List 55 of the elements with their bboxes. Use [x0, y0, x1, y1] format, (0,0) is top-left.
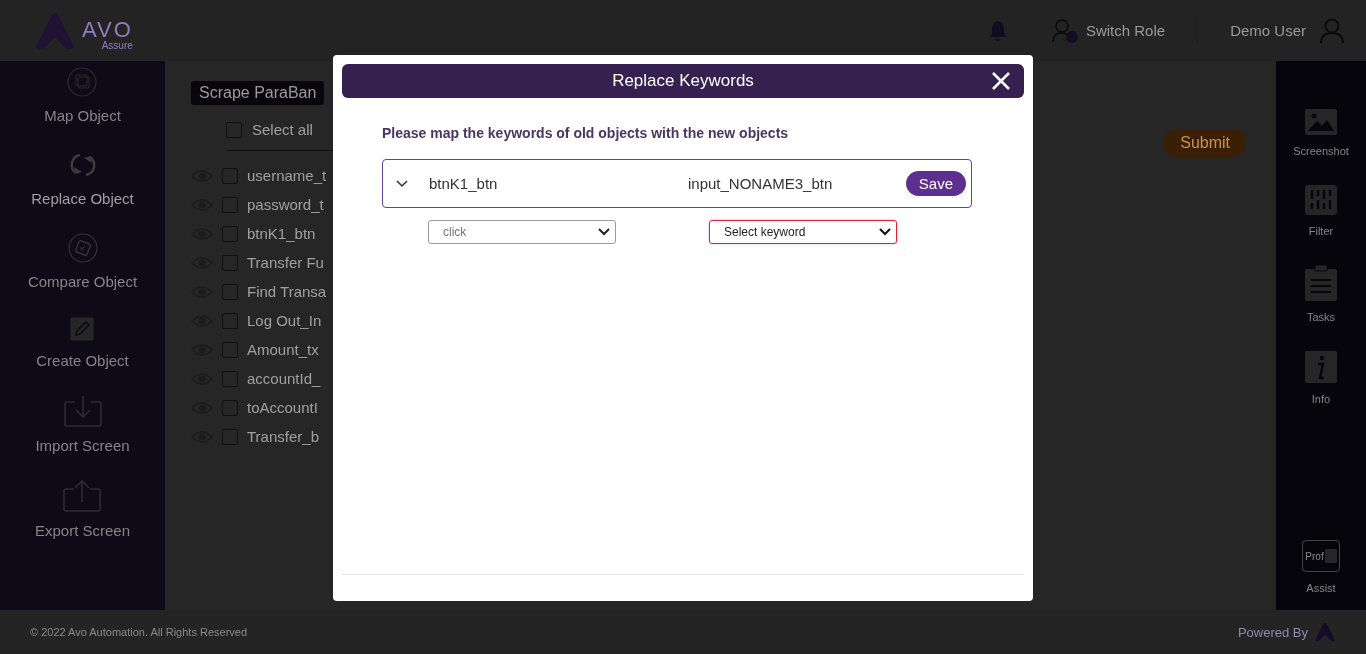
- object-name: Log Out_In: [247, 312, 322, 329]
- assistant-icon[interactable]: Prof: [1302, 540, 1340, 572]
- sidebar-item-label[interactable]: Map Object: [44, 107, 121, 124]
- object-name: accountId_: [247, 370, 321, 387]
- new-object-name: input_NONAME3_btn: [688, 175, 834, 192]
- logo-text: AVO: [82, 18, 133, 41]
- edit-icon[interactable]: [69, 316, 96, 342]
- object-name: Transfer Fu: [247, 254, 324, 271]
- bell-icon[interactable]: [987, 19, 1008, 42]
- logo-icon: [1314, 622, 1336, 642]
- object-name: Find Transa: [247, 283, 327, 300]
- object-name: Transfer_b: [247, 428, 319, 445]
- select-all-label: Select all: [252, 121, 313, 138]
- object-name: username_t: [247, 167, 327, 184]
- sidebar-item-label[interactable]: Filter: [1308, 225, 1334, 237]
- sidebar-item-label[interactable]: Export Screen: [34, 522, 130, 539]
- object-name: Amount_tx: [247, 341, 319, 358]
- sidebar-item-label[interactable]: Replace Object: [31, 190, 134, 207]
- compare-icon[interactable]: [67, 233, 98, 263]
- object-name: btnK1_btn: [247, 225, 316, 242]
- instruction-text: Please map the keywords of old objects with the new objects: [382, 125, 790, 141]
- copyright-text: © 2022 Avo Automation. All Rights Reserved: [30, 626, 248, 638]
- powered-by-text: Powered By: [1237, 624, 1308, 640]
- sidebar-item-label[interactable]: Import Screen: [35, 437, 130, 454]
- sidebar-item-label[interactable]: Info: [1311, 393, 1331, 405]
- switch-role-button[interactable]: Switch Role: [1085, 22, 1166, 39]
- upload-icon[interactable]: [63, 480, 102, 512]
- sidebar-item-label[interactable]: Compare Object: [27, 273, 138, 290]
- chevron-icon[interactable]: [396, 179, 408, 188]
- layers-icon[interactable]: [67, 67, 98, 97]
- submit-button[interactable]: Submit: [1164, 129, 1246, 157]
- user-icon[interactable]: [1320, 17, 1344, 44]
- logo-subtitle: Assure: [101, 40, 133, 51]
- new-keyword-dropdown[interactable]: Select keyword: [709, 220, 897, 244]
- screen-title: Scrape ParaBan: [191, 81, 325, 105]
- chevron-icon: [879, 228, 891, 236]
- switch-role-icon[interactable]: [1051, 17, 1080, 44]
- clipboard-icon[interactable]: [1305, 265, 1337, 301]
- sidebar-item-label[interactable]: Screenshot: [1293, 145, 1349, 157]
- dialog-title: Replace Keywords: [612, 71, 754, 91]
- save-button[interactable]: Save: [905, 171, 966, 196]
- user-name[interactable]: Demo User: [1230, 22, 1306, 39]
- info-icon[interactable]: [1305, 351, 1337, 383]
- filter-icon[interactable]: [1305, 185, 1337, 215]
- sidebar-item-label[interactable]: Assist: [1306, 582, 1336, 594]
- sidebar-item-label[interactable]: Create Object: [36, 352, 129, 369]
- download-icon[interactable]: [63, 395, 102, 427]
- old-object-name: btnK1_btn: [429, 175, 499, 192]
- sidebar-item-label[interactable]: Tasks: [1306, 311, 1336, 323]
- image-icon[interactable]: [1305, 109, 1337, 135]
- close-icon[interactable]: [992, 72, 1010, 90]
- object-name: password_t: [247, 196, 324, 213]
- object-name: toAccountI: [247, 399, 318, 416]
- chevron-icon: [598, 228, 610, 236]
- old-keyword-dropdown[interactable]: click: [428, 220, 616, 244]
